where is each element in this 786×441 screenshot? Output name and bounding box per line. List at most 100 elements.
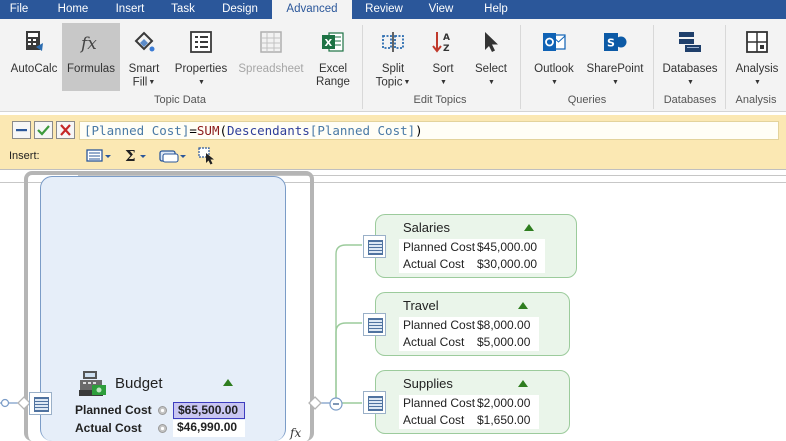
spreadsheet-icon	[260, 31, 282, 53]
gear-icon[interactable]	[156, 422, 169, 435]
budget-actual-value: $46,990.00	[173, 420, 245, 437]
autocalc-label: AutoCalc	[10, 63, 58, 75]
databases-button[interactable]: Databases ▼	[659, 23, 721, 91]
collapse-triangle-icon[interactable]	[524, 224, 534, 231]
menu-home[interactable]: Home	[47, 0, 99, 19]
budget-title: Budget	[115, 375, 163, 392]
cancel-formula-button[interactable]	[56, 121, 75, 139]
properties-button[interactable]: Properties ▼	[170, 23, 232, 91]
insert-topic-button[interactable]	[159, 147, 187, 165]
gear-icon[interactable]	[156, 404, 169, 417]
paint-bucket-icon	[134, 31, 155, 52]
autocalc-button[interactable]: AutoCalc	[6, 23, 62, 91]
outlook-button[interactable]: Outlook ▼	[527, 23, 581, 91]
outlook-icon	[543, 33, 566, 51]
frame-handle-icon[interactable]	[308, 396, 322, 410]
split-topic-button[interactable]: Split Topic▼	[370, 23, 416, 91]
group-topic-data: Topic Data	[154, 94, 206, 106]
analysis-button[interactable]: Analysis ▼	[731, 23, 783, 91]
menu-review[interactable]: Review	[359, 0, 409, 19]
planned-cost-value: $8,000.00	[477, 318, 531, 332]
collapse-branch-icon[interactable]	[328, 396, 344, 412]
svg-text:fx: fx	[79, 34, 97, 54]
formula-bar: [Planned Cost]=SUM(Descendants[Planned C…	[0, 115, 786, 176]
sharepoint-label: SharePoint ▼	[584, 63, 646, 90]
close-icon	[60, 124, 71, 136]
accept-formula-button[interactable]	[34, 121, 53, 139]
menu-design[interactable]: Design	[211, 0, 269, 19]
menu-file[interactable]: File	[0, 0, 38, 19]
planned-cost-value: $2,000.00	[477, 396, 531, 410]
insert-function-button[interactable]: Σ	[124, 147, 150, 165]
formula-target-ref: [Planned Cost]	[84, 123, 190, 138]
connector-dot-icon	[0, 398, 10, 408]
collapse-triangle-icon[interactable]	[223, 379, 233, 386]
topic-data-grid: Planned Cost $2,000.00 Actual Cost $1,650.…	[399, 395, 539, 429]
sharepoint-icon: S	[604, 33, 627, 51]
notes-icon[interactable]	[363, 391, 386, 414]
field-list-icon	[86, 149, 111, 162]
excel-icon: X	[322, 32, 344, 52]
budget-planned-value[interactable]: $65,500.00	[173, 402, 245, 419]
collapse-triangle-icon[interactable]	[518, 302, 528, 309]
menu-insert[interactable]: Insert	[105, 0, 155, 19]
spreadsheet-label: Spreadsheet	[238, 63, 304, 75]
spreadsheet-button[interactable]: Spreadsheet	[236, 23, 306, 91]
insert-field-button[interactable]	[86, 147, 114, 165]
cursor-icon	[485, 32, 498, 52]
actual-cost-label: Actual Cost	[403, 257, 465, 271]
calculator-icon	[26, 31, 43, 51]
actual-cost-value: $30,000.00	[477, 257, 538, 271]
excel-range-button[interactable]: X Excel Range	[311, 23, 355, 91]
actual-cost-value: $5,000.00	[477, 335, 531, 349]
menu-view[interactable]: View	[418, 0, 464, 19]
smart-fill-line1: Smart	[128, 63, 160, 75]
svg-text:X: X	[325, 38, 333, 49]
group-analysis: Analysis	[735, 94, 777, 106]
formula-input[interactable]: [Planned Cost]=SUM(Descendants[Planned C…	[79, 121, 779, 140]
group-edit-topics: Edit Topics	[413, 94, 467, 106]
pick-topic-button[interactable]	[198, 147, 216, 165]
notes-icon[interactable]	[363, 235, 386, 258]
planned-cost-value: $45,000.00	[477, 240, 538, 254]
formulas-button[interactable]: fx Formulas	[62, 23, 120, 91]
split-topic-line2: Topic	[375, 76, 403, 89]
databases-text: Databases	[662, 63, 718, 75]
chevron-down-icon: ▼	[440, 79, 447, 86]
actual-cost-label: Actual Cost	[403, 413, 465, 427]
menu-advanced[interactable]: Advanced	[272, 0, 352, 19]
outlook-text: Outlook	[534, 63, 574, 75]
menu-task[interactable]: Task	[163, 0, 203, 19]
sharepoint-text: SharePoint	[586, 63, 644, 75]
chevron-down-icon: ▼	[403, 79, 411, 86]
select-text: Select	[475, 63, 507, 75]
check-icon	[37, 125, 50, 136]
topic-data-grid: Planned Cost $8,000.00 Actual Cost $5,000.…	[399, 317, 539, 351]
outlook-label: Outlook ▼	[527, 63, 581, 90]
analysis-icon	[746, 31, 768, 53]
planned-cost-label: Planned Cost	[403, 240, 476, 254]
database-icon	[679, 32, 701, 52]
split-topic-label: Split Topic▼	[370, 63, 416, 90]
select-button[interactable]: Select ▼	[469, 23, 513, 91]
sigma-icon: Σ	[125, 147, 146, 165]
sharepoint-button[interactable]: S SharePoint ▼	[584, 23, 646, 91]
analysis-text: Analysis	[735, 63, 779, 75]
notes-icon[interactable]	[29, 392, 52, 415]
group-divider	[362, 25, 363, 109]
chevron-down-icon: ▼	[612, 79, 619, 86]
sort-button[interactable]: A Z Sort ▼	[423, 23, 463, 91]
collapse-button[interactable]	[12, 121, 31, 139]
formulas-label: Formulas	[67, 63, 115, 75]
group-divider	[653, 25, 654, 109]
svg-text:S: S	[607, 37, 615, 50]
formula-function: SUM	[196, 123, 220, 138]
notes-icon[interactable]	[363, 313, 386, 336]
fx-indicator: fx	[290, 426, 302, 440]
group-divider	[520, 25, 521, 109]
menu-help[interactable]: Help	[473, 0, 519, 19]
topic-title: Travel	[403, 298, 439, 313]
group-divider	[725, 25, 726, 109]
smart-fill-button[interactable]: Smart Fill▼	[121, 23, 167, 91]
collapse-triangle-icon[interactable]	[518, 380, 528, 387]
